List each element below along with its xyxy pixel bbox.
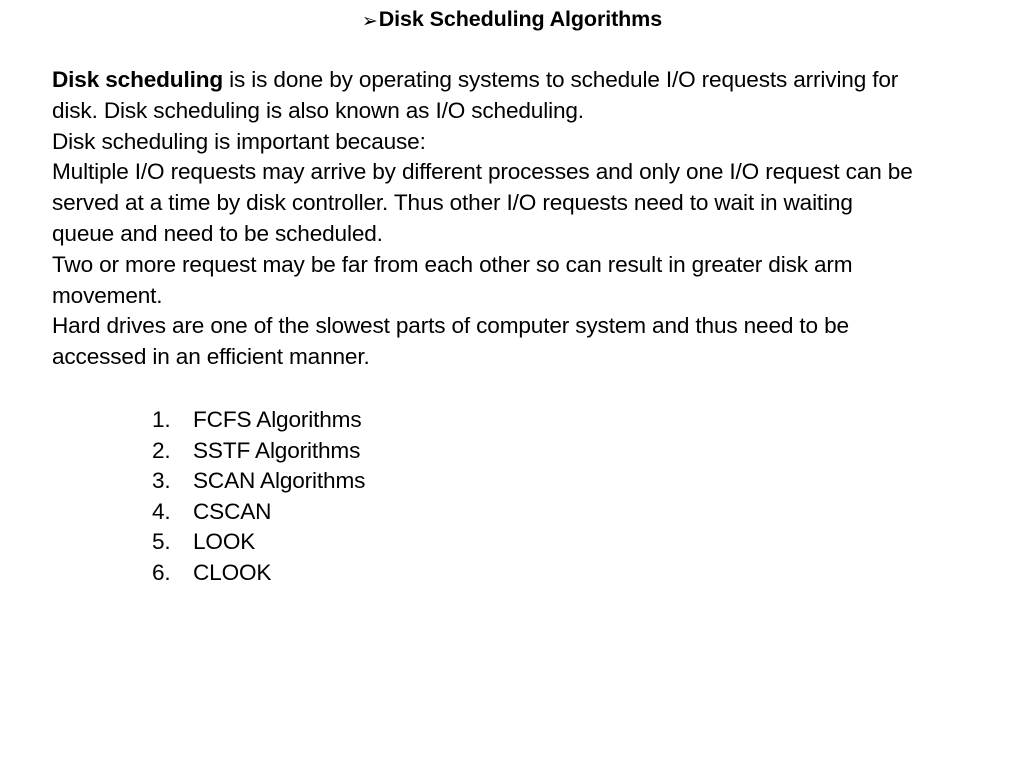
body-line-text: is is done by operating systems to sched… <box>223 67 899 92</box>
body-line: Hard drives are one of the slowest parts… <box>52 311 982 342</box>
body-line: movement. <box>52 281 982 312</box>
list-item-label: FCFS Algorithms <box>193 407 362 432</box>
body-line-text: queue and need to be scheduled. <box>52 220 383 246</box>
algorithm-list: 1. FCFS Algorithms 2. SSTF Algorithms 3.… <box>152 405 365 588</box>
body-line: Multiple I/O requests may arrive by diff… <box>52 157 982 188</box>
list-item: 4. CSCAN <box>152 497 365 528</box>
list-item-number: 4. <box>152 498 171 524</box>
list-item-number: 1. <box>152 407 171 432</box>
body-line-bold-prefix: Disk scheduling <box>52 67 224 92</box>
body-line-text: disk. Disk scheduling is also known as I… <box>52 97 584 123</box>
list-item-label: LOOK <box>193 529 256 554</box>
body-line: Disk scheduling is important because: <box>52 127 982 158</box>
body-line-text: Disk scheduling is important because: <box>52 128 426 154</box>
slide-canvas: ➢Disk Scheduling Algorithms Disk schedul… <box>0 0 1024 768</box>
list-item-number: 3. <box>152 468 171 493</box>
list-item-number: 5. <box>152 529 171 554</box>
body-line-text: Multiple I/O requests may arrive by diff… <box>52 159 913 185</box>
list-item-label: SCAN Algorithms <box>193 468 366 493</box>
body-line: Disk scheduling is is done by operating … <box>52 65 982 96</box>
body-line-text: served at a time by disk controller. Thu… <box>52 190 853 216</box>
list-item: 2. SSTF Algorithms <box>152 436 365 467</box>
list-item-label: CSCAN <box>193 498 272 524</box>
list-item: 6. CLOOK <box>152 558 365 589</box>
body-line: Two or more request may be far from each… <box>52 250 982 281</box>
body-line-text: accessed in an efficient manner. <box>52 344 370 370</box>
body-line: served at a time by disk controller. Thu… <box>52 188 982 219</box>
list-item-label: SSTF Algorithms <box>193 437 361 463</box>
list-item-label: CLOOK <box>193 559 272 585</box>
body-line-text: Hard drives are one of the slowest parts… <box>52 313 849 339</box>
body-line: disk. Disk scheduling is also known as I… <box>52 96 982 127</box>
list-item: 1. FCFS Algorithms <box>152 405 365 436</box>
list-item-number: 6. <box>152 559 171 585</box>
slide-title-text: Disk Scheduling Algorithms <box>378 7 663 31</box>
slide-title-line: ➢Disk Scheduling Algorithms <box>362 4 662 36</box>
list-item: 3. SCAN Algorithms <box>152 466 365 497</box>
body-line: queue and need to be scheduled. <box>52 219 982 250</box>
list-item-number: 2. <box>152 437 171 463</box>
list-item: 5. LOOK <box>152 527 365 558</box>
arrow-bullet-icon: ➢ <box>361 10 378 32</box>
body-text-block: Disk scheduling is is done by operating … <box>52 65 982 373</box>
body-line-text: movement. <box>52 282 163 308</box>
body-line: accessed in an efficient manner. <box>52 342 982 373</box>
slide-title: ➢Disk Scheduling Algorithms <box>0 4 1024 36</box>
body-line-text: Two or more request may be far from each… <box>52 251 853 277</box>
